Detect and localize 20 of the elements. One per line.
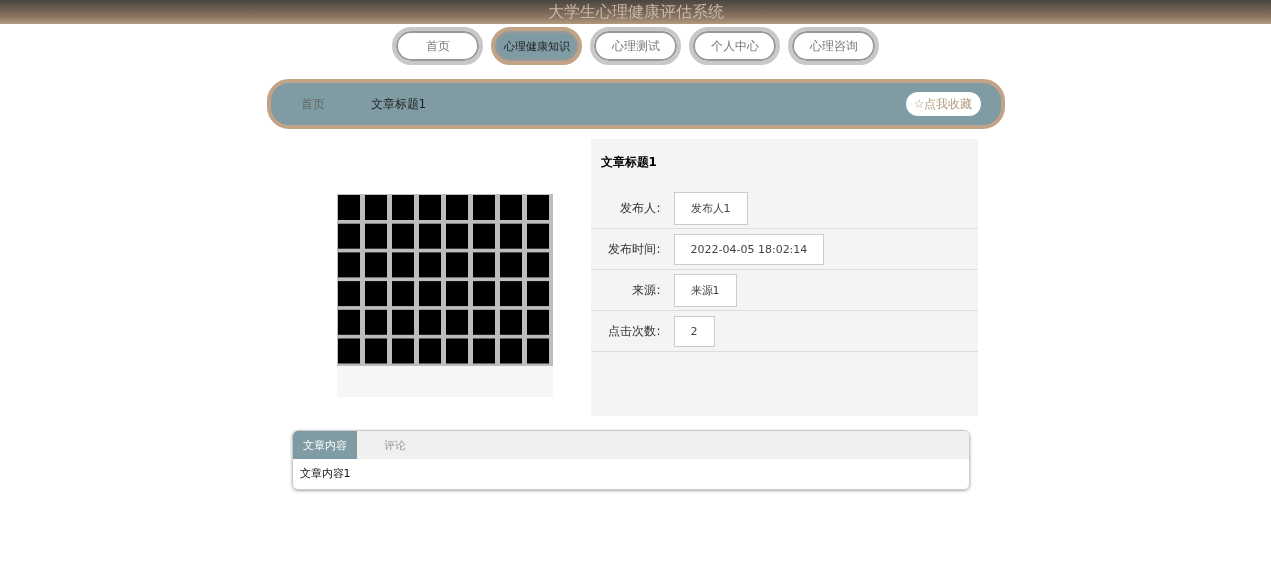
field-label: 发布时间:	[607, 240, 661, 258]
nav-button[interactable]: 个人中心	[689, 27, 780, 65]
field-value: 发布人1	[673, 191, 748, 225]
field-value: 来源1	[673, 273, 737, 307]
tab[interactable]: 评论	[362, 431, 427, 459]
nav-button[interactable]: 首页	[392, 27, 483, 65]
field-label: 点击次数:	[607, 322, 661, 340]
site-title: 大学生心理健康评估系统	[547, 2, 724, 22]
field-value: 2	[673, 315, 715, 347]
breadcrumb-current: 文章标题1	[370, 95, 427, 113]
field-label: 来源:	[631, 281, 661, 299]
tab[interactable]: 文章内容	[292, 431, 357, 459]
nav-button[interactable]: 心理测试	[590, 27, 681, 65]
article-title: 文章标题1	[599, 154, 658, 171]
field-label: 发布人:	[619, 199, 661, 217]
field-value: 2022-04-05 18:02:14	[673, 233, 825, 265]
favorite-button[interactable]: ☆点我收藏	[905, 92, 981, 116]
nav-button[interactable]: 心理咨询	[788, 27, 879, 65]
article-content: 文章内容1	[298, 466, 352, 482]
nav-button[interactable]: 心理健康知识	[491, 27, 582, 65]
